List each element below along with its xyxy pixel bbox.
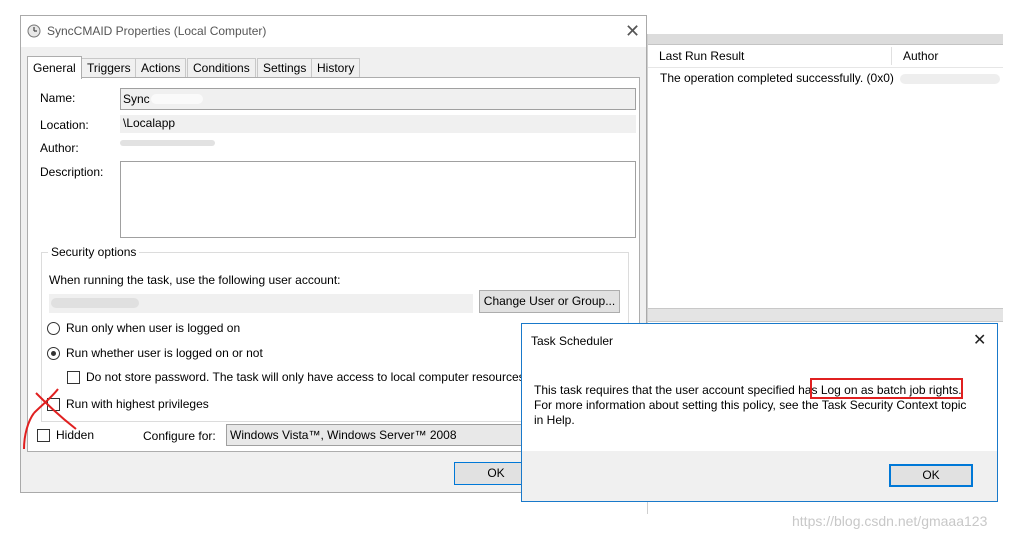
name-field[interactable]: Sync xyxy=(120,88,636,110)
radio-logged-on[interactable] xyxy=(47,322,60,335)
tab-settings[interactable]: Settings xyxy=(257,58,313,77)
radio-whether-logged-on[interactable] xyxy=(47,347,60,360)
security-options-title: Security options xyxy=(48,245,140,259)
user-account-prompt: When running the task, use the following… xyxy=(49,273,341,287)
message-text-before: This task requires that the user account… xyxy=(534,383,821,397)
do-not-store-password-checkbox[interactable] xyxy=(67,371,80,384)
name-redacted xyxy=(151,94,203,104)
red-annotation-marks xyxy=(23,388,77,450)
column-author[interactable]: Author xyxy=(892,45,1003,67)
properties-titlebar: SyncCMAID Properties (Local Computer) ✕ xyxy=(21,16,646,47)
configure-for-dropdown[interactable]: Windows Vista™, Windows Server™ 2008 xyxy=(226,424,526,446)
task-row-last-run-result[interactable]: The operation completed successfully. (0… xyxy=(660,71,894,85)
tab-general[interactable]: General xyxy=(27,56,82,79)
message-box-title: Task Scheduler xyxy=(531,334,614,348)
radio-selected-dot xyxy=(51,351,56,356)
location-label: Location: xyxy=(40,118,89,132)
description-field[interactable] xyxy=(120,161,636,238)
location-field: \Localapp xyxy=(120,115,636,133)
properties-close-icon[interactable]: ✕ xyxy=(625,22,640,40)
user-account-redacted xyxy=(51,298,139,308)
name-label: Name: xyxy=(40,91,76,105)
tab-history[interactable]: History xyxy=(311,58,361,77)
author-label: Author: xyxy=(40,141,79,155)
task-scheduler-message-box: Task Scheduler ✕ This task requires that… xyxy=(521,323,998,502)
radio-whether-label[interactable]: Run whether user is logged on or not xyxy=(66,346,263,360)
pane-splitter[interactable] xyxy=(648,308,1003,322)
user-account-field xyxy=(49,294,473,313)
author-redacted xyxy=(120,140,215,146)
name-value: Sync xyxy=(123,92,150,106)
column-last-run-result[interactable]: Last Run Result xyxy=(648,45,891,67)
message-box-footer: OK xyxy=(522,451,997,501)
tab-conditions[interactable]: Conditions xyxy=(187,58,256,77)
radio-logged-on-label[interactable]: Run only when user is logged on xyxy=(66,321,240,335)
message-box-ok-button[interactable]: OK xyxy=(889,464,973,487)
properties-title: SyncCMAID Properties (Local Computer) xyxy=(47,24,267,38)
tab-actions[interactable]: Actions xyxy=(135,58,187,77)
task-row-author-redacted xyxy=(900,74,1000,84)
message-box-close-icon[interactable]: ✕ xyxy=(973,332,986,350)
red-highlight-box xyxy=(810,378,963,399)
task-list-header: Last Run Result Author xyxy=(648,45,1003,68)
description-label: Description: xyxy=(40,165,104,179)
location-value: \Localapp xyxy=(123,116,176,130)
configure-for-label: Configure for: xyxy=(143,429,216,443)
watermark: https://blog.csdn.net/gmaaa123 xyxy=(792,513,988,529)
task-list-toolbar xyxy=(648,34,1003,45)
message-text-after: For more information about setting this … xyxy=(534,398,967,427)
do-not-store-password-label[interactable]: Do not store password. The task will onl… xyxy=(86,370,528,384)
tab-triggers[interactable]: Triggers xyxy=(81,58,137,77)
clock-icon xyxy=(27,24,41,38)
change-user-button[interactable]: Change User or Group... xyxy=(479,290,620,313)
